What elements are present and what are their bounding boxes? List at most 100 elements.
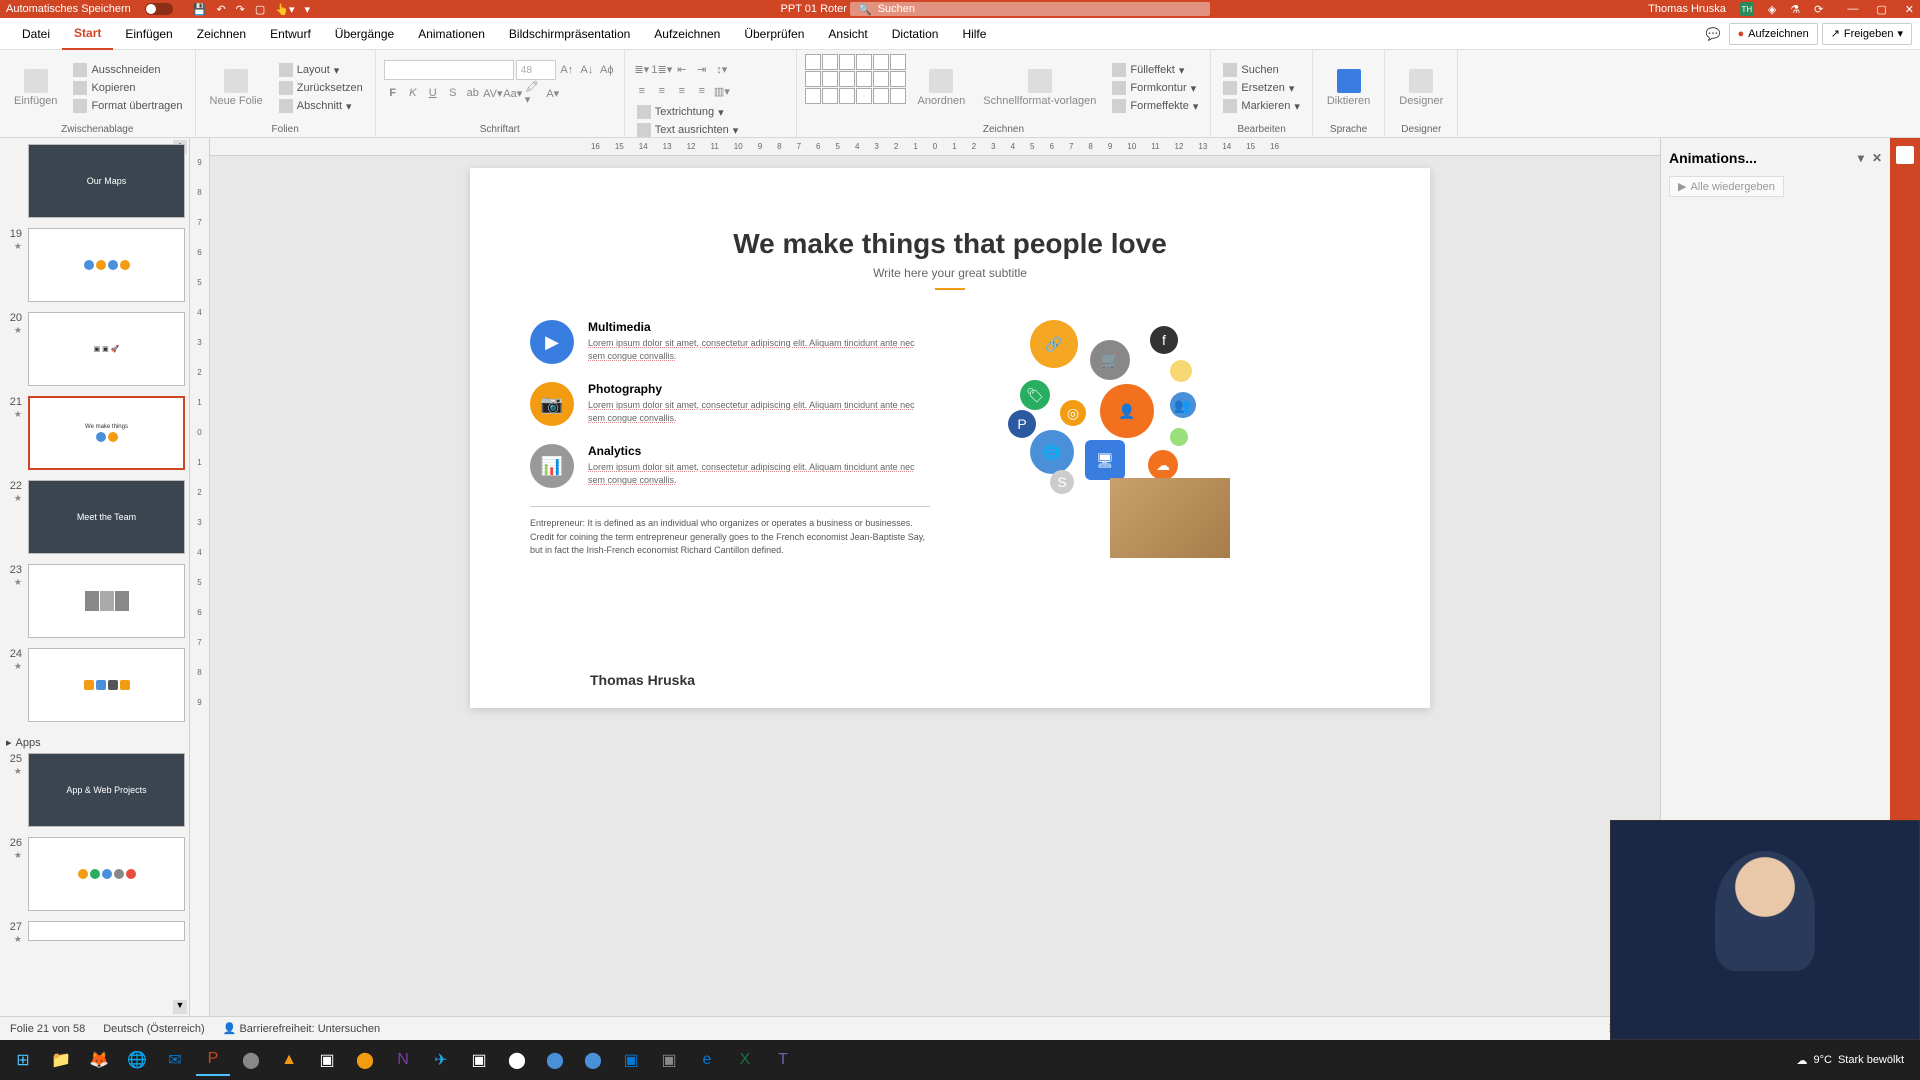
- teams-icon[interactable]: T: [766, 1044, 800, 1076]
- justify-button[interactable]: ≡: [693, 82, 711, 100]
- arrange-button[interactable]: Anordnen: [912, 54, 972, 122]
- tab-ansicht[interactable]: Ansicht: [816, 18, 879, 50]
- font-color-button[interactable]: A▾: [544, 84, 562, 102]
- autosave-toggle[interactable]: Automatisches Speichern: [6, 3, 181, 15]
- excel-icon[interactable]: X: [728, 1044, 762, 1076]
- onenote-icon[interactable]: N: [386, 1044, 420, 1076]
- edge-icon[interactable]: e: [690, 1044, 724, 1076]
- qat-more-icon[interactable]: ▾: [305, 3, 311, 16]
- feature-photography[interactable]: 📷 PhotographyLorem ipsum dolor sit amet,…: [530, 382, 930, 426]
- thumb-25[interactable]: 25★App & Web Projects: [4, 753, 185, 827]
- select-button[interactable]: Markieren ▾: [1219, 98, 1303, 114]
- thumb-27[interactable]: 27★: [4, 921, 185, 945]
- feature-multimedia[interactable]: ▶ MultimediaLorem ipsum dolor sit amet, …: [530, 320, 930, 364]
- thumb-19[interactable]: 19★: [4, 228, 185, 302]
- feature-analytics[interactable]: 📊 AnalyticsLorem ipsum dolor sit amet, c…: [530, 444, 930, 488]
- app7-icon[interactable]: ▣: [614, 1044, 648, 1076]
- underline-button[interactable]: U: [424, 84, 442, 102]
- shrink-font-icon[interactable]: A↓: [578, 61, 596, 79]
- start-button[interactable]: ⊞: [6, 1044, 40, 1076]
- tab-start[interactable]: Start: [62, 18, 113, 50]
- app2-icon[interactable]: ▣: [310, 1044, 344, 1076]
- outlook-icon[interactable]: ✉: [158, 1044, 192, 1076]
- tab-uebergaenge[interactable]: Übergänge: [323, 18, 406, 50]
- tab-datei[interactable]: Datei: [10, 18, 62, 50]
- thumb-22[interactable]: 22★Meet the Team: [4, 480, 185, 554]
- outdent-button[interactable]: ⇤: [673, 60, 691, 78]
- accessibility-check[interactable]: 👤 Barrierefreiheit: Untersuchen: [223, 1022, 380, 1035]
- indent-button[interactable]: ⇥: [693, 60, 711, 78]
- tab-aufzeichnen[interactable]: Aufzeichnen: [642, 18, 732, 50]
- numbering-button[interactable]: 1≣▾: [653, 60, 671, 78]
- save-icon[interactable]: 💾: [193, 3, 207, 16]
- search-box[interactable]: 🔍 Suchen: [850, 2, 1210, 16]
- tab-dictation[interactable]: Dictation: [880, 18, 951, 50]
- slide-graphic[interactable]: 🔗 🛒 f 🏷 ◎ 👤 👥 P 🌐 🖥 ☁ S t: [970, 320, 1370, 558]
- grow-font-icon[interactable]: A↑: [558, 61, 576, 79]
- app3-icon[interactable]: ⬤: [348, 1044, 382, 1076]
- thumb-21[interactable]: 21★We make things: [4, 396, 185, 470]
- comments-icon[interactable]: 💬: [1702, 23, 1725, 45]
- touch-icon[interactable]: 👆▾: [275, 3, 294, 16]
- shadow-button[interactable]: ab: [464, 84, 482, 102]
- chevron-down-icon[interactable]: ▾: [1858, 151, 1864, 165]
- linespace-button[interactable]: ↕▾: [713, 60, 731, 78]
- section-button[interactable]: Abschnitt ▾: [275, 98, 367, 114]
- slide-panel[interactable]: ▲ Our Maps 19★ 20★▣ ▣ 🚀 21★We make thing…: [0, 138, 190, 1016]
- spacing-button[interactable]: AV▾: [484, 84, 502, 102]
- tab-bildschirm[interactable]: Bildschirmpräsentation: [497, 18, 642, 50]
- columns-button[interactable]: ▥▾: [713, 82, 731, 100]
- clear-format-icon[interactable]: Aϕ: [598, 61, 616, 79]
- tab-ueberpruefen[interactable]: Überprüfen: [732, 18, 816, 50]
- chrome-icon[interactable]: 🌐: [120, 1044, 154, 1076]
- align-right-button[interactable]: ≡: [673, 82, 691, 100]
- italic-button[interactable]: K: [404, 84, 422, 102]
- fill-button[interactable]: Fülleffekt ▾: [1108, 62, 1202, 78]
- user-name[interactable]: Thomas Hruska: [1648, 3, 1726, 15]
- toggle-icon[interactable]: [145, 3, 173, 15]
- format-painter-button[interactable]: Format übertragen: [69, 98, 186, 114]
- minimize-button[interactable]: —: [1847, 3, 1858, 16]
- app8-icon[interactable]: ▣: [652, 1044, 686, 1076]
- align-text-button[interactable]: Text ausrichten ▾: [633, 122, 788, 138]
- thumb-23[interactable]: 23★: [4, 564, 185, 638]
- cut-button[interactable]: Ausschneiden: [69, 62, 186, 78]
- explorer-icon[interactable]: 📁: [44, 1044, 78, 1076]
- tab-animationen[interactable]: Animationen: [406, 18, 497, 50]
- slide-canvas[interactable]: We make things that people love Write he…: [470, 168, 1430, 708]
- section-apps[interactable]: ▸ Apps: [4, 732, 185, 753]
- thumb-24[interactable]: 24★: [4, 648, 185, 722]
- thumb-26[interactable]: 26★: [4, 837, 185, 911]
- reset-button[interactable]: Zurücksetzen: [275, 80, 367, 96]
- share-button[interactable]: ↗Freigeben▾: [1822, 23, 1912, 45]
- app4-icon[interactable]: ▣: [462, 1044, 496, 1076]
- tab-einfuegen[interactable]: Einfügen: [113, 18, 184, 50]
- strike-button[interactable]: S: [444, 84, 462, 102]
- redo-icon[interactable]: ↷: [236, 3, 245, 16]
- weather-widget[interactable]: ☁ 9°C Stark bewölkt: [1797, 1054, 1915, 1067]
- bullets-button[interactable]: ≣▾: [633, 60, 651, 78]
- new-slide-button[interactable]: Neue Folie: [204, 54, 269, 122]
- telegram-icon[interactable]: ✈: [424, 1044, 458, 1076]
- slide-description[interactable]: Entrepreneur: It is defined as an indivi…: [530, 506, 930, 558]
- text-direction-button[interactable]: Textrichtung ▾: [633, 104, 788, 120]
- record-button[interactable]: ●Aufzeichnen: [1729, 23, 1818, 45]
- font-size-combo[interactable]: [516, 60, 556, 80]
- language-indicator[interactable]: Deutsch (Österreich): [103, 1023, 204, 1035]
- highlight-button[interactable]: 🖍▾: [524, 84, 542, 102]
- dictate-button[interactable]: Diktieren: [1321, 54, 1376, 122]
- designer-button[interactable]: Designer: [1393, 54, 1449, 122]
- copy-button[interactable]: Kopieren: [69, 80, 186, 96]
- powerpoint-icon[interactable]: P: [196, 1044, 230, 1076]
- undo-icon[interactable]: ↶: [216, 3, 225, 16]
- app5-icon[interactable]: ⬤: [538, 1044, 572, 1076]
- app6-icon[interactable]: ⬤: [576, 1044, 610, 1076]
- layout-button[interactable]: Layout ▾: [275, 62, 367, 78]
- play-all-button[interactable]: ▶ Alle wiedergeben: [1669, 176, 1784, 197]
- diamond-icon[interactable]: ◈: [1768, 3, 1776, 16]
- maximize-button[interactable]: ▢: [1876, 3, 1886, 16]
- avatar[interactable]: TH: [1740, 2, 1754, 16]
- app1-icon[interactable]: ⬤: [234, 1044, 268, 1076]
- thumb-18[interactable]: Our Maps: [4, 144, 185, 218]
- flask-icon[interactable]: ⚗: [1790, 3, 1800, 16]
